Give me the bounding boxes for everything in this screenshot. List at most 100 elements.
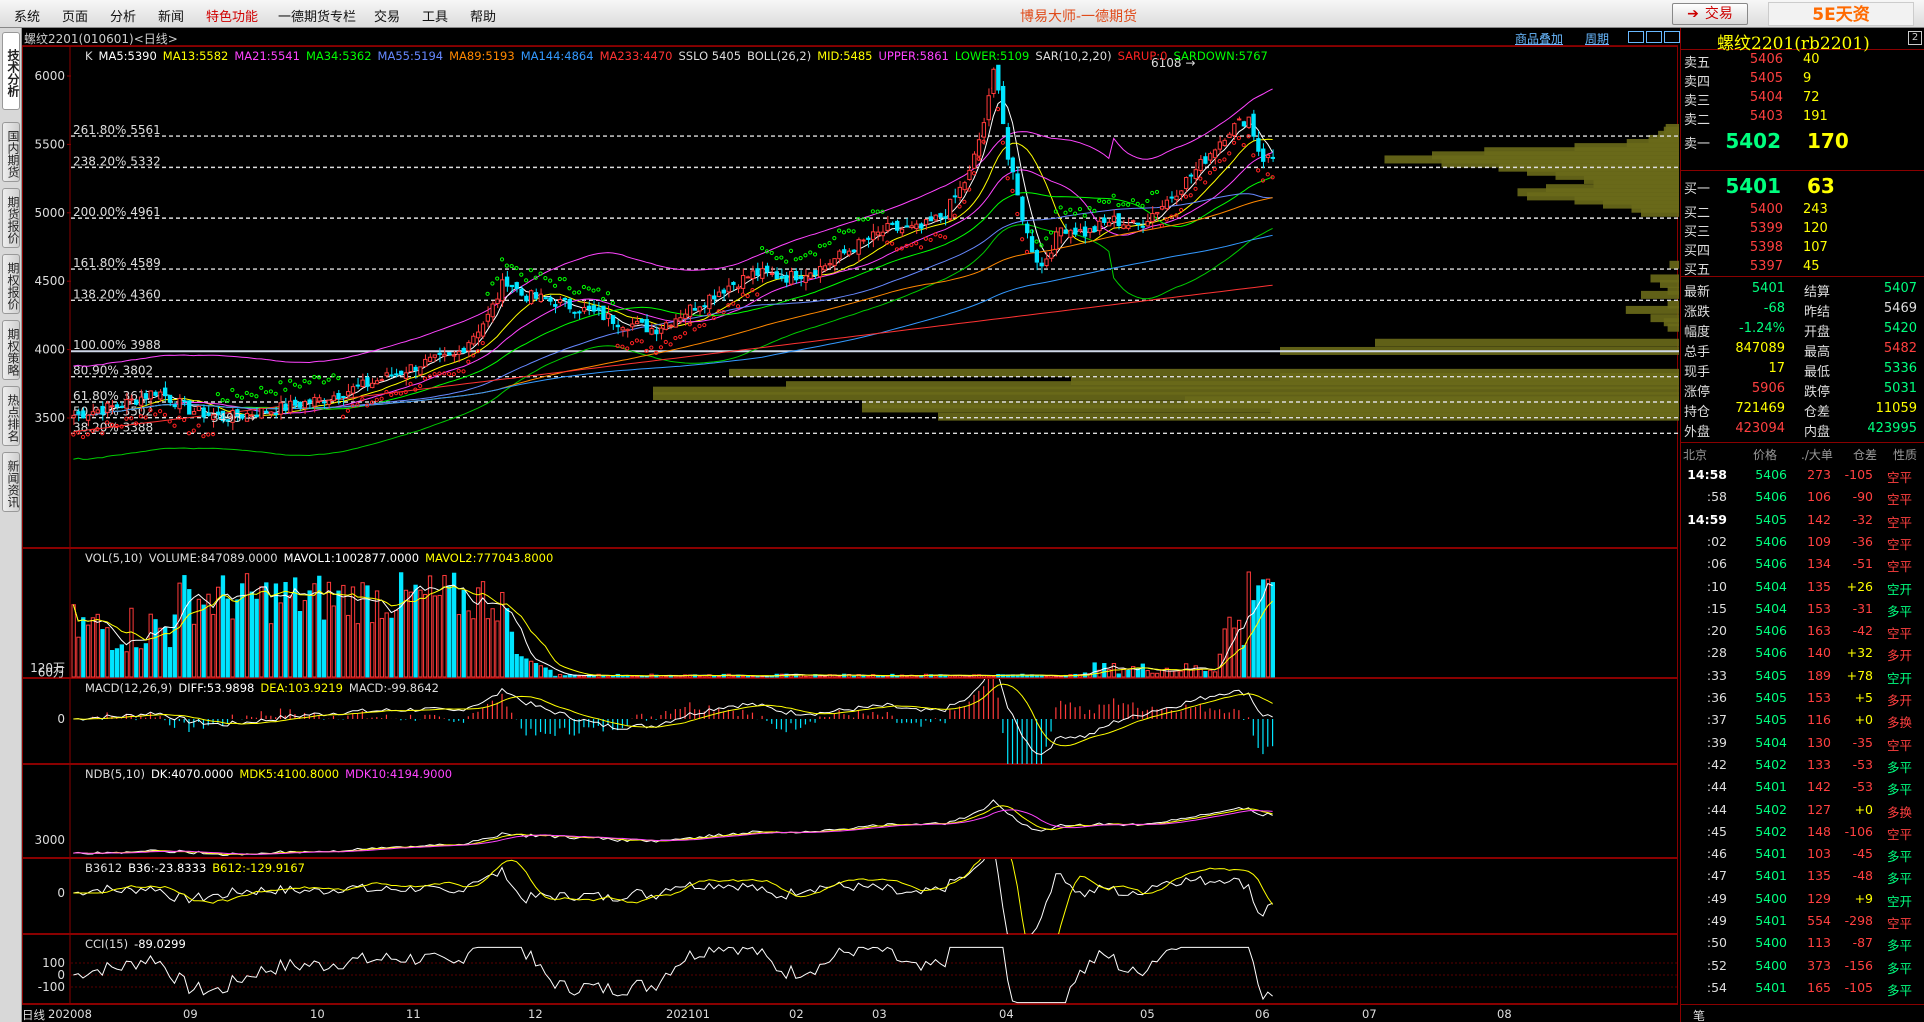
- volume-bar: [288, 595, 293, 678]
- cci-panel[interactable]: 100 0 -100 CCI(15) -89.0299: [22, 934, 1679, 1005]
- layout-button-2[interactable]: [1646, 31, 1662, 43]
- layout-button-1[interactable]: [1628, 31, 1644, 43]
- sar-dot: [514, 265, 519, 271]
- sar-dot: [610, 300, 615, 306]
- tick-row[interactable]: :46 5401 103 -45 多平: [1681, 843, 1924, 865]
- bid1-row[interactable]: 买一 5401 63: [1681, 173, 1924, 198]
- bid-level-row[interactable]: 买四 5398 107: [1681, 238, 1924, 259]
- tick-row[interactable]: :20 5406 163 -42 空平: [1681, 620, 1924, 642]
- ticks-header-cell: 价格: [1753, 448, 1778, 462]
- tick-row[interactable]: :44 5401 142 -53 多平: [1681, 776, 1924, 798]
- candle-down: [610, 315, 616, 324]
- price-axis-label: 5500: [34, 137, 65, 151]
- tick-row[interactable]: :37 5405 116 +0 多换: [1681, 709, 1924, 731]
- trade-button[interactable]: ➔ 交易: [1672, 3, 1748, 25]
- stats-separator: [1681, 276, 1924, 277]
- legend-item: B612:-129.9167: [212, 861, 306, 875]
- overlay-commodity-link[interactable]: 商品叠加: [1515, 30, 1563, 47]
- tick-p: 5406: [1755, 489, 1787, 505]
- period-link[interactable]: 周期: [1585, 30, 1609, 47]
- sidetab-hot-ranking[interactable]: 热点排名: [2, 386, 20, 446]
- volume-panel[interactable]: 120万 60万 VOL(5,10) VOLUME:847089.0000 MAVOL…: [22, 548, 1678, 679]
- candle-up: [1212, 149, 1218, 159]
- sar-dot: [278, 380, 283, 385]
- layout-button-3[interactable]: [1664, 31, 1680, 43]
- tick-row[interactable]: :54 5401 165 -105 多平: [1681, 977, 1924, 999]
- volume-bar: [952, 675, 958, 678]
- menu-news[interactable]: 新闻: [158, 6, 184, 25]
- panel-switch-icon[interactable]: 2: [1908, 31, 1922, 45]
- price-chart-panel[interactable]: 6000 5500 5000 4500 4000 3500 261.80% 5561 238.…: [22, 46, 1679, 549]
- menu-page[interactable]: 页面: [62, 6, 88, 25]
- ask-level-row[interactable]: 卖四 5405 9: [1681, 69, 1924, 90]
- tick-row[interactable]: :10 5404 135 +26 空开: [1681, 576, 1924, 598]
- b3612-panel[interactable]: 0 B3612 B36:-23.8333 B612:-129.9167: [22, 858, 1678, 935]
- tick-n: 空平: [1887, 826, 1913, 842]
- sar-dot: [456, 368, 461, 373]
- sar-dot: [239, 395, 245, 400]
- tick-row[interactable]: 14:58 5406 273 -105 空平: [1681, 464, 1924, 486]
- level-volume: 63: [1807, 174, 1835, 198]
- sar-dot: [1164, 217, 1169, 222]
- bid-level-row[interactable]: 买三 5399 120: [1681, 219, 1924, 240]
- tick-row[interactable]: :45 5402 148 -106 空平: [1681, 821, 1924, 843]
- tick-n: 空平: [1887, 626, 1913, 642]
- tick-row[interactable]: :50 5400 113 -87 多平: [1681, 932, 1924, 954]
- sar-dot: [548, 278, 553, 283]
- candle-up: [129, 398, 134, 401]
- tick-row[interactable]: :49 5400 129 +9 空开: [1681, 888, 1924, 910]
- sidetab-domestic-futures[interactable]: 国内期货: [2, 122, 20, 182]
- menu-special-features[interactable]: 特色功能: [206, 6, 258, 25]
- ask-level-row[interactable]: 卖三 5404 72: [1681, 88, 1924, 109]
- menu-yide-column[interactable]: 一德期货专栏: [278, 6, 356, 25]
- menu-trade[interactable]: 交易: [374, 6, 400, 25]
- bid-level-row[interactable]: 买五 5397 45: [1681, 257, 1924, 278]
- candle-down: [1034, 250, 1040, 263]
- candle-up: [962, 182, 967, 191]
- tick-row[interactable]: :33 5405 189 +78 空开: [1681, 665, 1924, 687]
- volume-bar: [630, 675, 635, 678]
- menu-analysis[interactable]: 分析: [110, 6, 136, 25]
- legend-item: UPPER:5861: [878, 49, 949, 63]
- stat-value: 17: [1768, 361, 1785, 376]
- tick-row[interactable]: :49 5401 554 -298 空平: [1681, 910, 1924, 932]
- tick-row[interactable]: :52 5400 373 -156 多平: [1681, 955, 1924, 977]
- tick-row[interactable]: :36 5405 153 +5 多开: [1681, 687, 1924, 709]
- ask1-row[interactable]: 卖一 5402 170: [1681, 128, 1924, 153]
- tick-row[interactable]: :15 5404 153 -31 多平: [1681, 598, 1924, 620]
- sidetab-futures-quotes[interactable]: 期货报价: [2, 188, 20, 248]
- ask-level-row[interactable]: 卖五 5406 40: [1681, 50, 1924, 71]
- sar-dot: [1020, 237, 1025, 242]
- level-label: 卖二: [1684, 113, 1711, 128]
- ndb-panel[interactable]: 3000 NDB(5,10) DK:4070.0000 MDK5:4100.8000…: [22, 764, 1678, 859]
- menu-system[interactable]: 系统: [14, 6, 40, 25]
- tick-row[interactable]: :47 5401 135 -48 多平: [1681, 865, 1924, 887]
- tick-row[interactable]: :58 5406 106 -90 空平: [1681, 486, 1924, 508]
- candle-up: [476, 331, 481, 339]
- sar-dot: [1212, 166, 1217, 172]
- ask-level-row[interactable]: 卖二 5403 191: [1681, 107, 1924, 128]
- menu-tools[interactable]: 工具: [422, 6, 448, 25]
- candle-down: [562, 297, 568, 301]
- bid-level-row[interactable]: 买二 5400 243: [1681, 200, 1924, 221]
- tick-row[interactable]: 14:59 5405 142 -32 空平: [1681, 509, 1924, 531]
- candle-down: [355, 384, 360, 387]
- tick-d: -53: [1852, 779, 1873, 795]
- sar-dot: [519, 272, 524, 277]
- macd-panel[interactable]: 0 MACD(12,26,9) DIFF:53.9898 DEA:103.9219 M…: [22, 678, 1678, 765]
- sidetab-technical-analysis[interactable]: 技术分析: [2, 32, 20, 110]
- sidetab-news[interactable]: 新闻资讯: [2, 452, 20, 512]
- sidetab-options-strategy[interactable]: 期权策略: [2, 320, 20, 380]
- tick-row[interactable]: :39 5404 130 -35 空平: [1681, 732, 1924, 754]
- tick-row[interactable]: :06 5406 134 -51 空平: [1681, 553, 1924, 575]
- date-tick: 05: [1140, 1007, 1155, 1021]
- tick-row[interactable]: :44 5402 127 +0 多换: [1681, 799, 1924, 821]
- sidetab-options-quotes[interactable]: 期权报价: [2, 254, 20, 314]
- tick-row[interactable]: :42 5402 133 -53 多平: [1681, 754, 1924, 776]
- tick-row[interactable]: :28 5406 140 +32 多开: [1681, 642, 1924, 664]
- sar-dot: [302, 378, 307, 384]
- candle-down: [172, 404, 177, 408]
- tick-row[interactable]: :02 5406 109 -36 空平: [1681, 531, 1924, 553]
- sar-dot: [1241, 142, 1246, 148]
- menu-help[interactable]: 帮助: [470, 6, 496, 25]
